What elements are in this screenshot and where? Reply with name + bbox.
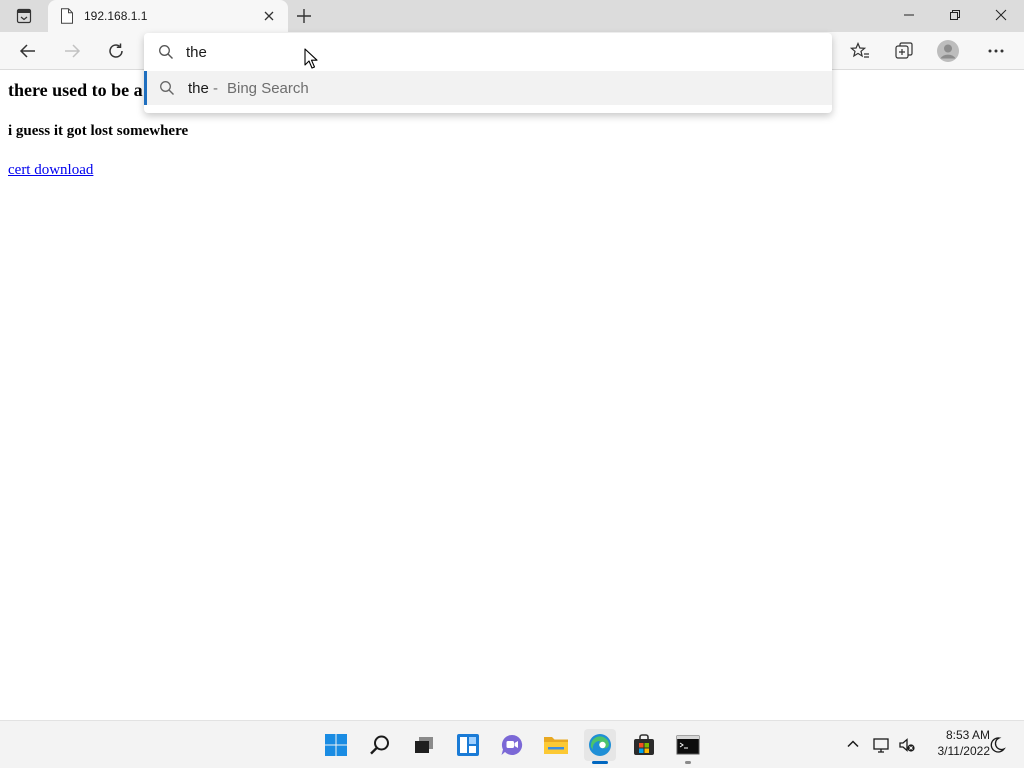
restore-icon	[950, 10, 960, 20]
widgets-icon	[457, 734, 479, 756]
widgets-button[interactable]	[452, 729, 484, 761]
chevron-up-icon[interactable]	[844, 735, 862, 753]
clock-time: 8:53 AM	[945, 728, 990, 742]
terminal-running-indicator	[685, 761, 691, 764]
edge-browser-icon	[589, 734, 611, 756]
page-icon	[61, 8, 73, 24]
browser-tab[interactable]: 192.168.1.1	[48, 0, 288, 32]
terminal-button[interactable]	[672, 729, 704, 761]
address-bar-dropdown: the - Bing Search	[144, 33, 832, 113]
back-arrow-icon	[19, 44, 35, 58]
reload-icon	[109, 43, 123, 58]
edge-running-indicator	[592, 761, 608, 764]
collections-icon	[895, 42, 913, 59]
reload-button[interactable]	[102, 38, 130, 64]
taskbar-search-button[interactable]	[364, 729, 396, 761]
start-button[interactable]	[320, 729, 352, 761]
page-subheading: i guess it got lost somewhere	[8, 123, 189, 139]
tab-actions-icon	[16, 8, 32, 24]
collections-button[interactable]	[890, 38, 918, 64]
favorites-button[interactable]	[846, 38, 874, 64]
close-tab-icon[interactable]	[262, 9, 276, 23]
address-bar-input[interactable]	[186, 41, 786, 63]
search-suggestion-item[interactable]: the - Bing Search	[144, 71, 832, 105]
system-clock[interactable]: 8:53 AM 3/11/2022	[920, 727, 991, 759]
suggestion-query: the	[188, 80, 209, 97]
focus-assist-moon-icon[interactable]	[988, 736, 1006, 754]
task-view-button[interactable]	[408, 729, 440, 761]
page-content: there used to be a i guess it got lost s…	[0, 71, 1024, 720]
network-icon[interactable]	[872, 736, 890, 754]
page-heading: there used to be a	[8, 80, 143, 100]
suggestion-engine: Bing Search	[227, 80, 309, 97]
store-bag-icon	[634, 734, 654, 755]
close-window-button[interactable]	[978, 0, 1024, 30]
profile-button[interactable]	[934, 38, 962, 64]
mouse-cursor-icon	[304, 48, 318, 69]
task-view-icon	[415, 737, 433, 753]
profile-avatar-icon	[937, 40, 959, 62]
more-dots-icon	[988, 49, 1004, 53]
search-icon	[160, 81, 174, 95]
tab-title: 192.168.1.1	[84, 9, 148, 23]
tab-strip: 192.168.1.1	[0, 0, 1024, 32]
chat-button[interactable]	[496, 729, 528, 761]
folder-icon	[544, 737, 568, 754]
search-icon	[159, 45, 173, 59]
edge-button[interactable]	[584, 729, 616, 761]
search-icon	[370, 735, 389, 755]
file-explorer-button[interactable]	[540, 729, 572, 761]
new-tab-icon[interactable]	[294, 7, 314, 25]
back-button[interactable]	[14, 38, 42, 64]
store-button[interactable]	[628, 729, 660, 761]
teams-chat-icon	[501, 734, 523, 755]
close-icon	[995, 9, 1007, 21]
forward-button[interactable]	[58, 38, 86, 64]
minimize-button[interactable]	[886, 0, 932, 30]
cert-download-link[interactable]: cert download	[8, 162, 93, 179]
tab-actions-button[interactable]	[10, 7, 38, 25]
command-prompt-icon	[676, 735, 700, 755]
taskbar: 8:53 AM 3/11/2022	[0, 720, 1024, 768]
favorites-star-icon	[850, 42, 869, 58]
clock-date: 3/11/2022	[937, 744, 991, 758]
volume-muted-icon[interactable]	[898, 736, 916, 754]
suggestion-separator: -	[213, 80, 218, 97]
settings-more-button[interactable]	[982, 38, 1010, 64]
minimize-icon	[904, 14, 914, 16]
forward-arrow-icon	[65, 44, 81, 58]
restore-button[interactable]	[932, 0, 978, 30]
windows-start-icon	[325, 734, 347, 756]
